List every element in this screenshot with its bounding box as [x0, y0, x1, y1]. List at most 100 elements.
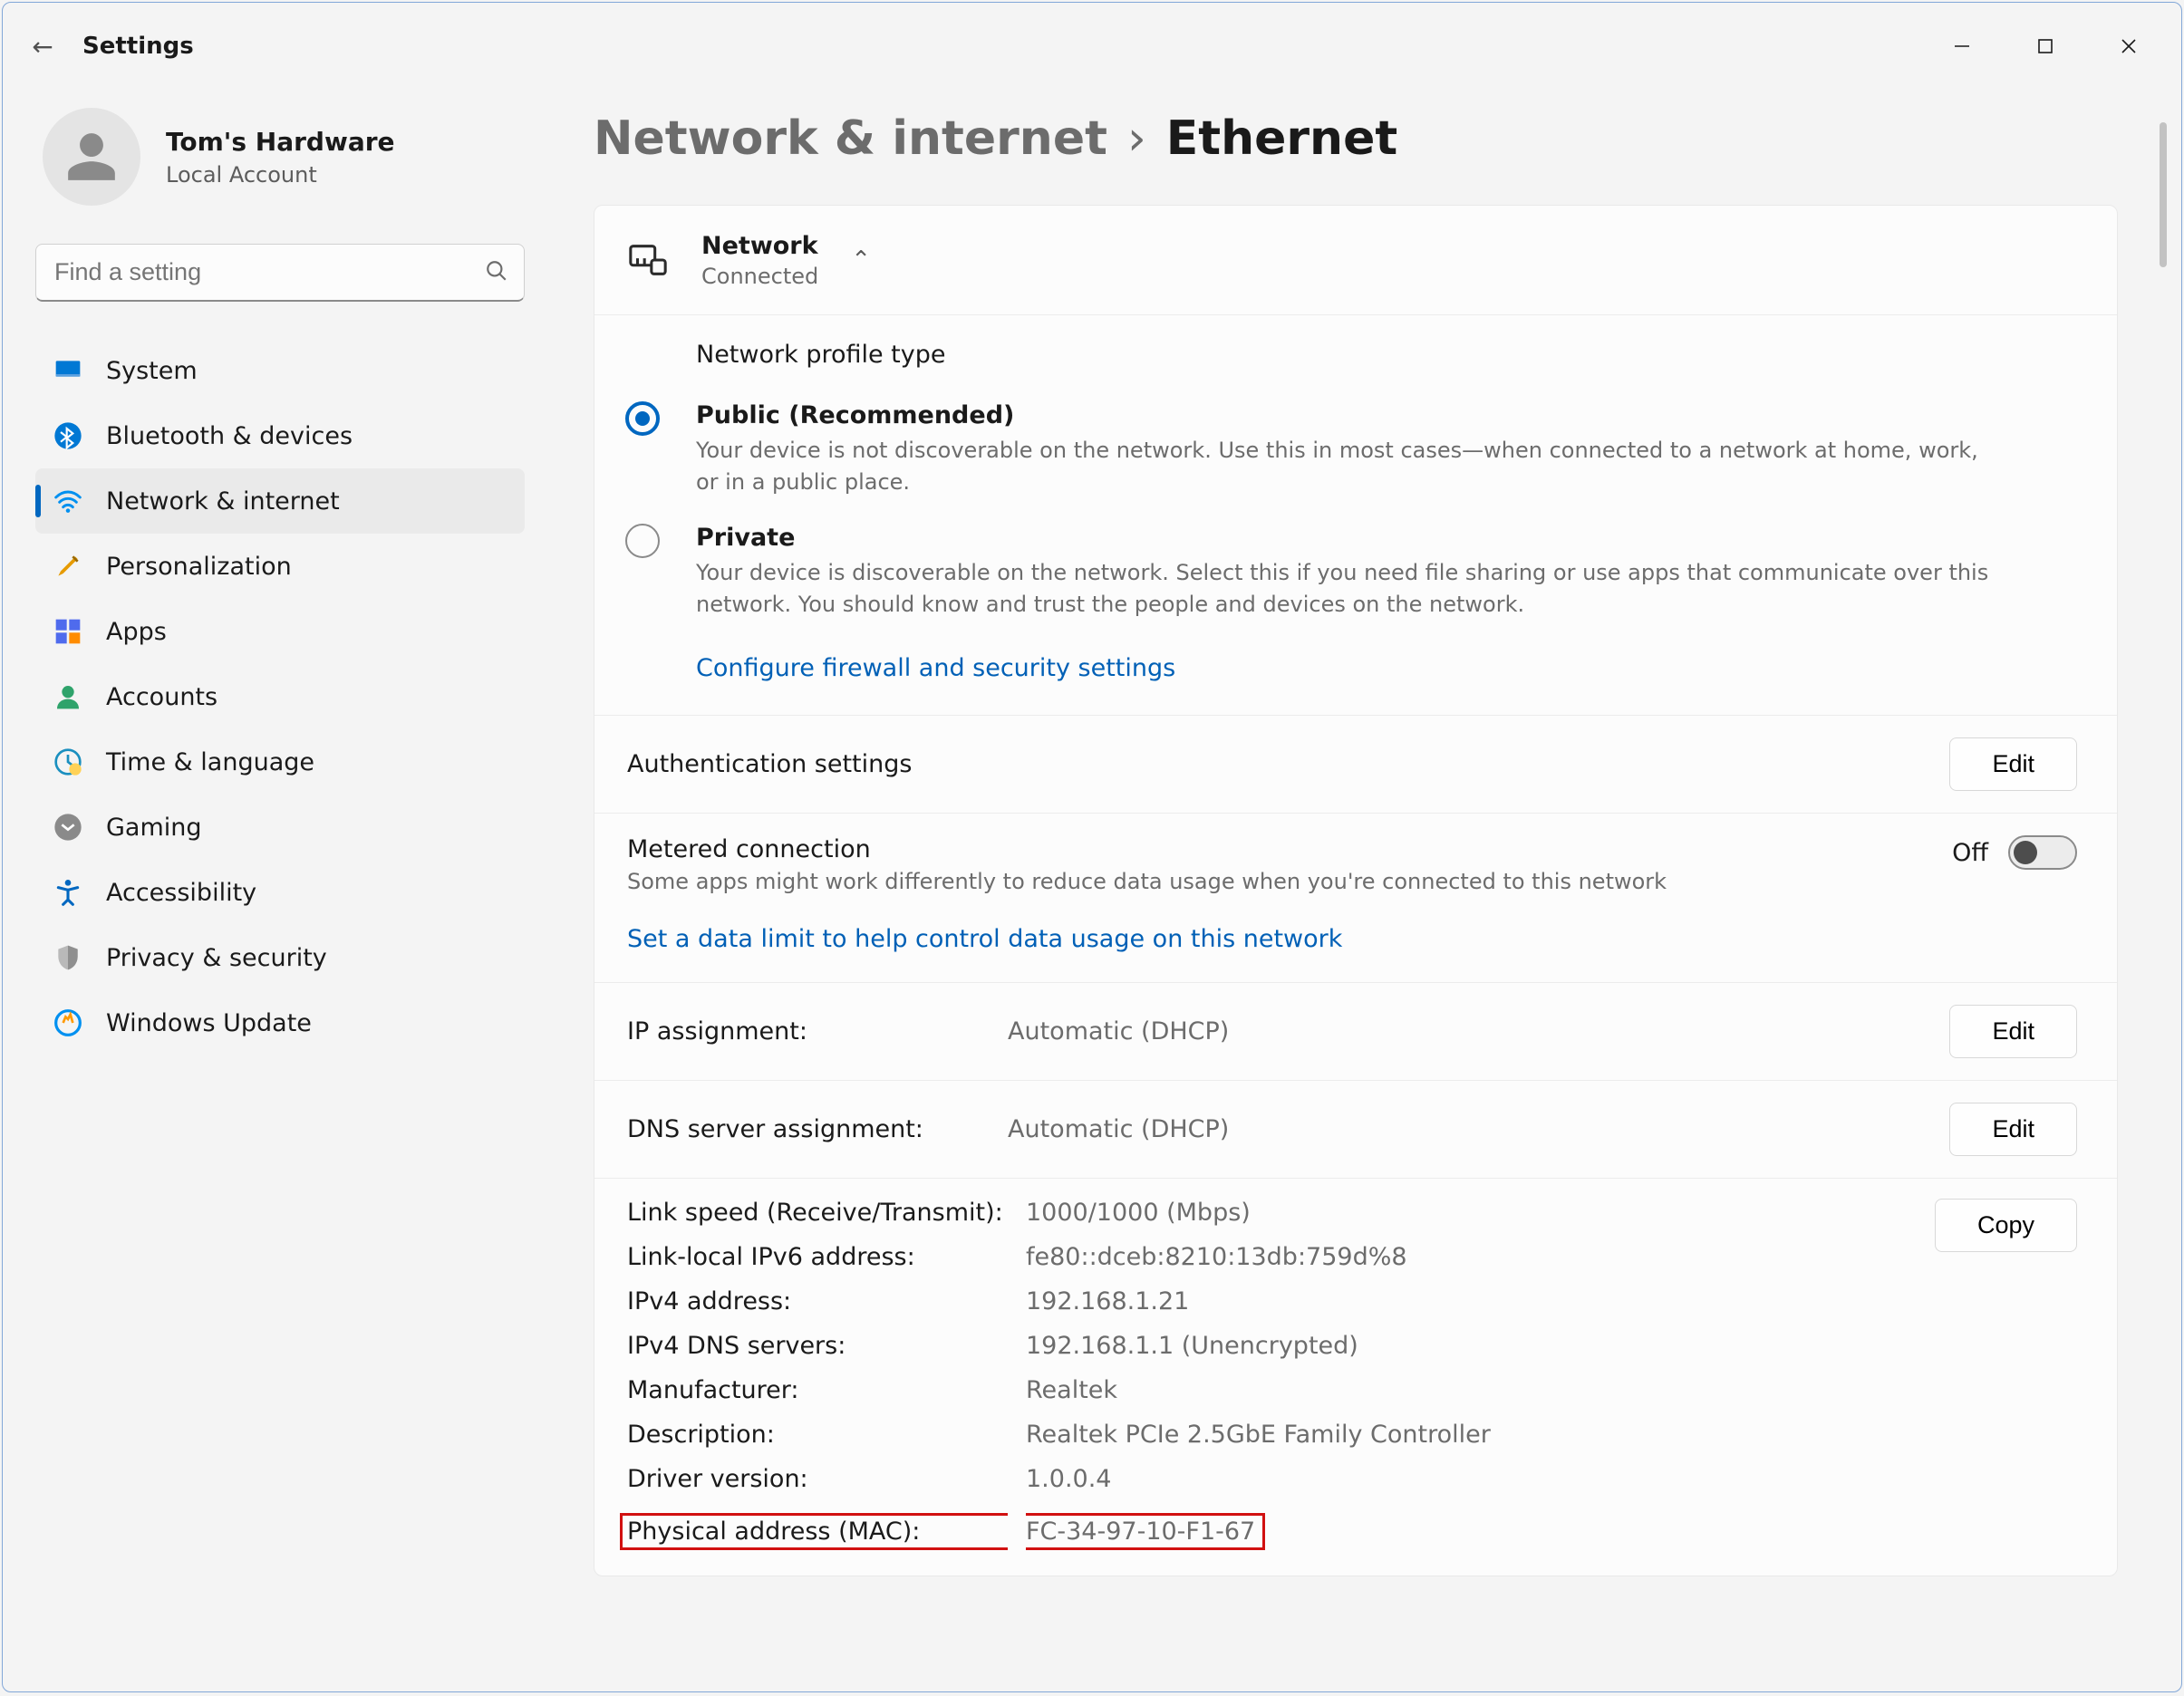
minimize-button[interactable]: [1920, 20, 2004, 72]
nav: System Bluetooth & devices Network & int…: [35, 338, 525, 1055]
breadcrumb-current: Ethernet: [1166, 113, 1397, 165]
titlebar: ← Settings: [3, 3, 2181, 90]
detail-value: 1.0.0.4: [1026, 1465, 1896, 1493]
firewall-link[interactable]: Configure firewall and security settings: [696, 654, 1175, 682]
clock-icon: [53, 747, 82, 776]
person-icon: [63, 129, 120, 185]
minimize-icon: [1953, 37, 1971, 55]
detail-key: IPv4 address:: [627, 1287, 1008, 1315]
nav-label: Gaming: [106, 814, 202, 842]
metered-desc: Some apps might work differently to redu…: [627, 869, 1952, 894]
detail-value: Realtek: [1026, 1376, 1896, 1404]
user-profile[interactable]: Tom's Hardware Local Account: [35, 90, 525, 244]
detail-value: 1000/1000 (Mbps): [1026, 1199, 1896, 1227]
toggle-knob: [2014, 841, 2037, 864]
nav-item-network[interactable]: Network & internet: [35, 468, 525, 534]
user-sub: Local Account: [166, 162, 395, 188]
profile-type-heading: Network profile type: [627, 341, 2077, 369]
maximize-icon: [2036, 37, 2054, 55]
metered-toggle-label: Off: [1952, 839, 1988, 867]
details-grid: Link speed (Receive/Transmit):1000/1000 …: [627, 1199, 1896, 1550]
dns-edit-button[interactable]: Edit: [1949, 1103, 2077, 1156]
update-icon: [53, 1008, 82, 1037]
chevron-up-icon: ⌃: [851, 246, 871, 274]
radio-public-desc: Your device is not discoverable on the n…: [696, 435, 2001, 498]
radio-private-label: Private: [696, 524, 2077, 552]
network-header-row[interactable]: Network Connected ⌃: [594, 206, 2117, 314]
toggle-switch[interactable]: [2008, 835, 2077, 870]
accounts-icon: [53, 682, 82, 711]
detail-key: Manufacturer:: [627, 1376, 1008, 1404]
nav-item-personalization[interactable]: Personalization: [35, 534, 525, 599]
accessibility-icon: [53, 878, 82, 907]
nav-item-windows-update[interactable]: Windows Update: [35, 990, 525, 1055]
detail-key: Description:: [627, 1421, 1008, 1449]
metered-title: Metered connection: [627, 835, 1952, 863]
dns-assignment-row: DNS server assignment: Automatic (DHCP) …: [594, 1080, 2117, 1178]
nav-item-time-language[interactable]: Time & language: [35, 729, 525, 795]
breadcrumb: Network & internet › Ethernet: [594, 90, 2118, 205]
auth-row: Authentication settings Edit: [594, 715, 2117, 813]
ip-edit-button[interactable]: Edit: [1949, 1005, 2077, 1058]
ethernet-icon: [627, 239, 669, 281]
app-title: Settings: [82, 33, 194, 60]
auth-edit-button[interactable]: Edit: [1949, 737, 2077, 791]
nav-item-accessibility[interactable]: Accessibility: [35, 860, 525, 925]
radio-checked-icon: [625, 401, 660, 436]
radio-private[interactable]: Private Your device is discoverable on t…: [696, 524, 2077, 621]
detail-key-mac: Physical address (MAC):: [620, 1513, 1008, 1550]
radio-public[interactable]: Public (Recommended) Your device is not …: [696, 401, 2077, 498]
radio-unchecked-icon: [625, 524, 660, 558]
search-field[interactable]: [35, 244, 525, 302]
main-content: Network & internet › Ethernet Network Co…: [557, 90, 2181, 1691]
maximize-button[interactable]: [2004, 20, 2087, 72]
gaming-icon: [53, 813, 82, 842]
detail-key: Driver version:: [627, 1465, 1008, 1493]
search-icon: [469, 259, 524, 286]
copy-button[interactable]: Copy: [1935, 1199, 2077, 1252]
metered-toggle[interactable]: Off: [1952, 835, 2077, 870]
shield-icon: [53, 943, 82, 972]
detail-key: Link-local IPv6 address:: [627, 1243, 1008, 1271]
nav-item-accounts[interactable]: Accounts: [35, 664, 525, 729]
radio-public-label: Public (Recommended): [696, 401, 2077, 429]
nav-item-system[interactable]: System: [35, 338, 525, 403]
ip-assignment-value: Automatic (DHCP): [1008, 1017, 1949, 1046]
scrollbar[interactable]: [2160, 122, 2167, 1659]
detail-value: Realtek PCIe 2.5GbE Family Controller: [1026, 1421, 1896, 1449]
detail-value: 192.168.1.1 (Unencrypted): [1026, 1332, 1896, 1360]
close-button[interactable]: [2087, 20, 2170, 72]
details-block: Link speed (Receive/Transmit):1000/1000 …: [594, 1178, 2117, 1576]
network-title: Network: [701, 232, 818, 260]
dns-assignment-label: DNS server assignment:: [627, 1115, 1008, 1143]
close-icon: [2120, 37, 2138, 55]
nav-label: Privacy & security: [106, 944, 327, 972]
paintbrush-icon: [53, 552, 82, 581]
metered-limit-link[interactable]: Set a data limit to help control data us…: [627, 925, 2077, 953]
detail-value-mac: FC-34-97-10-F1-67: [1026, 1513, 1265, 1550]
nav-label: Personalization: [106, 553, 292, 581]
nav-label: Accounts: [106, 683, 217, 711]
wifi-icon: [53, 487, 82, 516]
chevron-right-icon: ›: [1127, 113, 1146, 165]
nav-item-privacy[interactable]: Privacy & security: [35, 925, 525, 990]
bluetooth-icon: [53, 421, 82, 450]
nav-label: Apps: [106, 618, 167, 646]
ip-assignment-label: IP assignment:: [627, 1017, 1008, 1046]
search-input[interactable]: [36, 258, 469, 286]
nav-label: Network & internet: [106, 487, 340, 516]
detail-key: IPv4 DNS servers:: [627, 1332, 1008, 1360]
back-button[interactable]: ←: [14, 32, 72, 62]
nav-item-apps[interactable]: Apps: [35, 599, 525, 664]
system-icon: [53, 356, 82, 385]
ip-assignment-row: IP assignment: Automatic (DHCP) Edit: [594, 982, 2117, 1080]
settings-window: ← Settings Tom's Hardware Local Account: [2, 2, 2182, 1692]
network-card: Network Connected ⌃ Network profile type…: [594, 205, 2118, 1576]
scrollbar-thumb[interactable]: [2160, 122, 2167, 267]
nav-item-gaming[interactable]: Gaming: [35, 795, 525, 860]
nav-item-bluetooth[interactable]: Bluetooth & devices: [35, 403, 525, 468]
breadcrumb-parent[interactable]: Network & internet: [594, 113, 1107, 165]
nav-label: System: [106, 357, 198, 385]
nav-label: Bluetooth & devices: [106, 422, 353, 450]
nav-label: Windows Update: [106, 1009, 312, 1037]
